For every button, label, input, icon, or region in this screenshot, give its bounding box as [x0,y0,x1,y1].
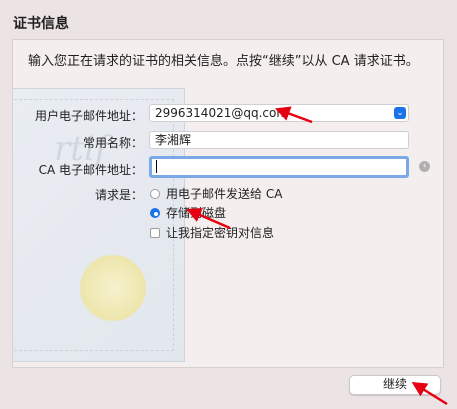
annotation-arrows [186,106,448,406]
annotation-arrow-save [186,208,231,230]
annotation-arrow-email [274,106,313,124]
annotation-arrow-continue [411,382,448,406]
